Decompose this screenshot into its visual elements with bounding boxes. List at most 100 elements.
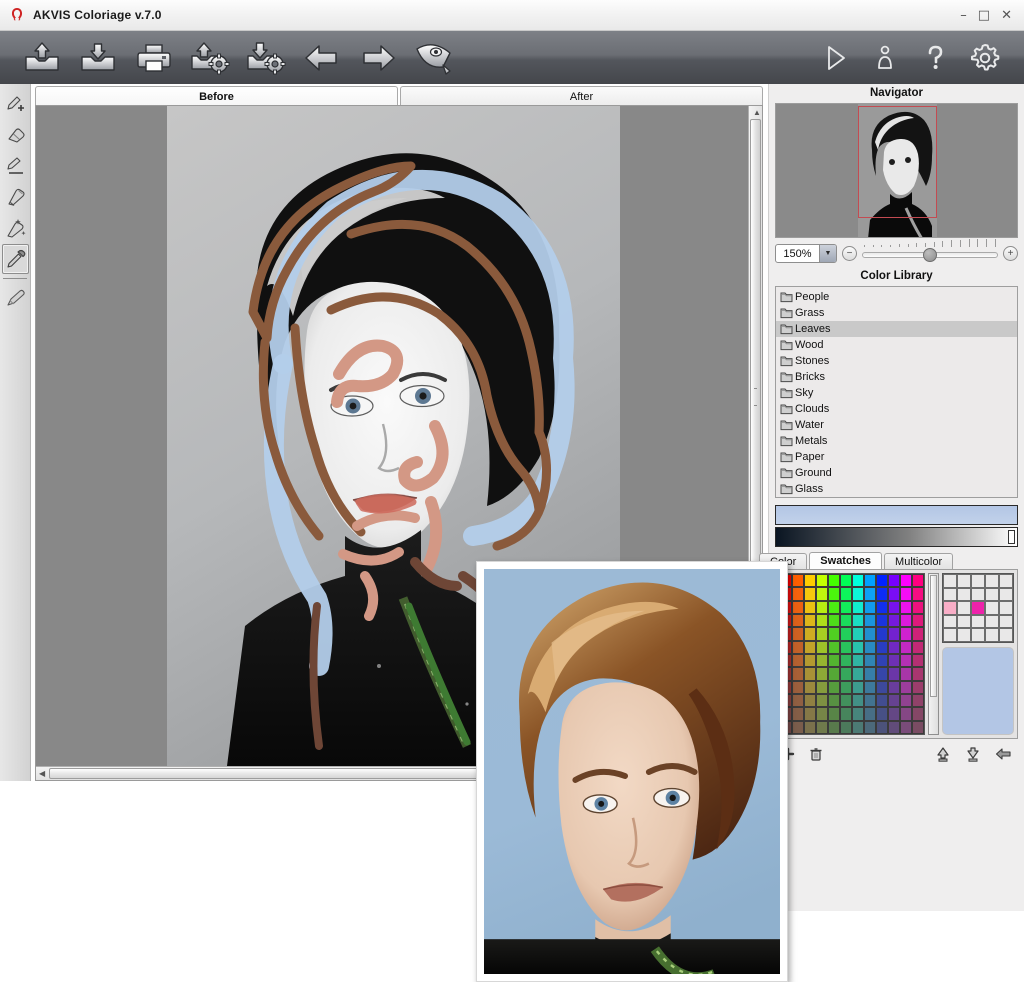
minimize-button[interactable]: – [960,9,967,22]
palette-swatch[interactable] [816,574,828,587]
library-item-wood[interactable]: Wood [776,337,1017,353]
palette-swatch[interactable] [852,694,864,707]
palette-swatch[interactable] [912,707,924,720]
palette-swatch[interactable] [888,574,900,587]
palette-swatch[interactable] [900,641,912,654]
custom-swatch-cell[interactable] [957,574,971,588]
palette-swatch[interactable] [840,694,852,707]
scroll-left-arrow-icon[interactable]: ◀ [39,770,45,778]
palette-swatch[interactable] [864,681,876,694]
palette-swatch[interactable] [804,614,816,627]
palette-swatch[interactable] [804,707,816,720]
custom-swatch-cell[interactable] [943,601,957,615]
palette-swatch[interactable] [888,587,900,600]
palette-swatch[interactable] [828,721,840,734]
palette-swatch[interactable] [840,587,852,600]
custom-swatch-cell[interactable] [943,628,957,642]
palette-swatch[interactable] [804,667,816,680]
palette-swatch[interactable] [792,601,804,614]
palette-swatch[interactable] [840,601,852,614]
palette-swatch[interactable] [912,574,924,587]
palette-swatch[interactable] [816,587,828,600]
palette-swatch[interactable] [876,641,888,654]
quick-preview-button[interactable] [406,35,462,81]
save-image-button[interactable] [70,35,126,81]
palette-swatch[interactable] [840,614,852,627]
palette-swatch[interactable] [876,667,888,680]
palette-swatch[interactable] [852,574,864,587]
palette-swatch[interactable] [828,667,840,680]
palette-swatch[interactable] [888,601,900,614]
custom-swatch-grid[interactable] [942,573,1014,643]
color-library-list[interactable]: PeopleGrassLeavesWoodStonesBricksSkyClou… [775,286,1018,498]
tab-multicolor[interactable]: Multicolor [884,553,953,569]
custom-swatch-cell[interactable] [985,588,999,602]
palette-swatch[interactable] [816,681,828,694]
palette-swatch[interactable] [792,614,804,627]
brightness-gradient-strip[interactable] [775,527,1018,547]
palette-swatch[interactable] [792,587,804,600]
custom-swatch-cell[interactable] [957,588,971,602]
chevron-down-icon[interactable]: ▼ [819,245,836,262]
colorized-preview-window[interactable] [476,561,788,982]
color-palette-grid[interactable] [779,573,925,735]
palette-swatch[interactable] [840,654,852,667]
palette-swatch[interactable] [792,667,804,680]
palette-swatch[interactable] [864,574,876,587]
zoom-slider[interactable] [862,246,998,262]
load-palette-button[interactable] [935,747,951,762]
reset-palette-button[interactable] [995,747,1012,761]
palette-swatch[interactable] [900,587,912,600]
palette-swatch[interactable] [792,574,804,587]
library-item-ground[interactable]: Ground [776,465,1017,481]
palette-swatch[interactable] [888,627,900,640]
load-strokes-button[interactable] [182,35,238,81]
palette-swatch[interactable] [864,667,876,680]
help-button[interactable] [910,35,960,81]
palette-swatch[interactable] [828,627,840,640]
custom-swatch-cell[interactable] [985,574,999,588]
tool-keep-color-pencil[interactable] [2,151,29,181]
palette-swatch[interactable] [816,601,828,614]
undo-button[interactable] [294,35,350,81]
tool-eraser[interactable] [2,120,29,150]
custom-swatch-cell[interactable] [943,615,957,629]
palette-swatch[interactable] [816,667,828,680]
run-button[interactable] [810,35,860,81]
palette-swatch[interactable] [912,601,924,614]
library-item-water[interactable]: Water [776,417,1017,433]
palette-swatch[interactable] [852,707,864,720]
palette-swatch[interactable] [840,641,852,654]
palette-swatch[interactable] [852,667,864,680]
zoom-out-button[interactable]: − [842,246,857,261]
palette-swatch[interactable] [900,721,912,734]
palette-swatch[interactable] [900,694,912,707]
print-image-button[interactable] [126,35,182,81]
palette-swatch[interactable] [804,601,816,614]
palette-swatch[interactable] [840,667,852,680]
palette-swatch[interactable] [852,721,864,734]
custom-swatch-cell[interactable] [985,628,999,642]
palette-swatch[interactable] [912,667,924,680]
custom-swatch-cell[interactable] [985,601,999,615]
library-item-glass[interactable]: Glass [776,481,1017,497]
palette-swatch[interactable] [900,681,912,694]
palette-swatch[interactable] [888,614,900,627]
custom-swatch-cell[interactable] [999,628,1013,642]
custom-swatch-cell[interactable] [971,628,985,642]
tab-after[interactable]: After [400,86,763,106]
palette-swatch[interactable] [792,641,804,654]
palette-swatch[interactable] [792,721,804,734]
palette-scrollbar[interactable] [928,573,939,735]
palette-swatch[interactable] [828,601,840,614]
palette-swatch[interactable] [864,654,876,667]
custom-swatch-cell[interactable] [999,615,1013,629]
palette-swatch[interactable] [828,681,840,694]
library-item-stones[interactable]: Stones [776,353,1017,369]
library-item-fabric[interactable]: Fabric [776,497,1017,498]
palette-swatch[interactable] [912,614,924,627]
palette-swatch[interactable] [876,694,888,707]
zoom-select[interactable]: 150% ▼ [775,244,837,263]
custom-swatch-cell[interactable] [957,615,971,629]
palette-swatch[interactable] [900,627,912,640]
